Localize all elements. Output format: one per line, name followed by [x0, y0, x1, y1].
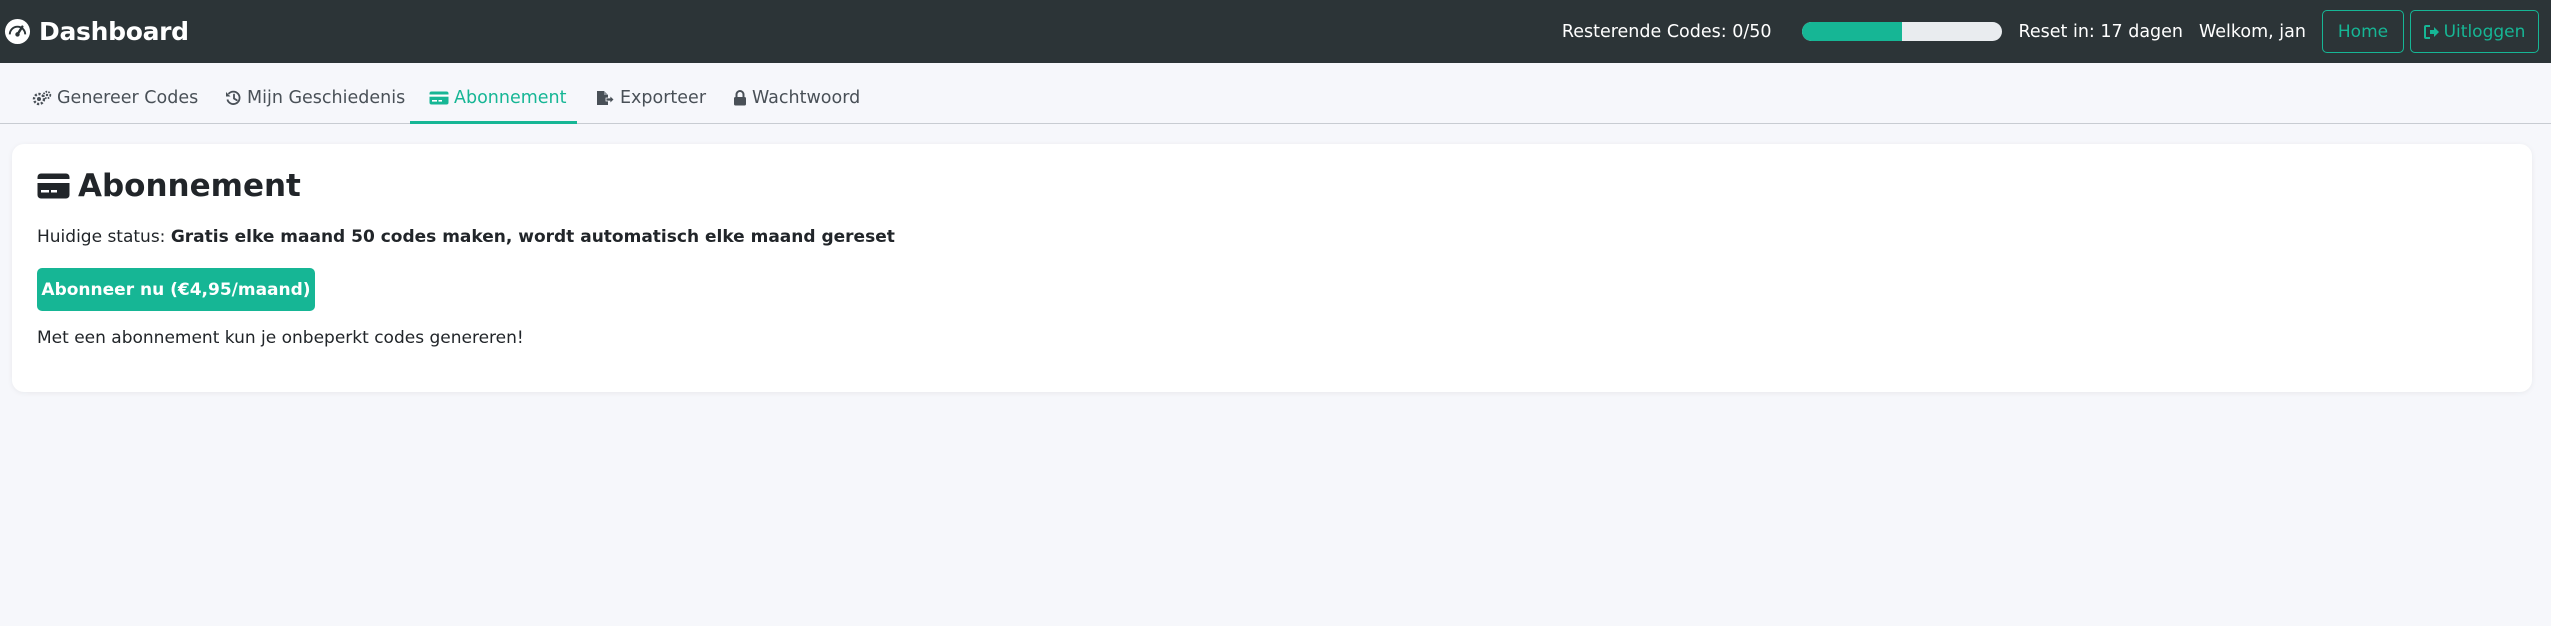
status-value: Gratis elke maand 50 codes maken, wordt …	[170, 227, 895, 247]
welcome-text: Welkom, jan	[2199, 21, 2306, 42]
navbar-right: Resterende Codes: 0/50 Reset in: 17 dage…	[1562, 10, 2539, 53]
tab-genereer-codes[interactable]: Genereer Codes	[32, 87, 198, 124]
codes-progress-fill	[1801, 22, 1902, 41]
home-button-label: Home	[2337, 21, 2389, 42]
status-label: Huidige status:	[37, 227, 171, 247]
tab-exporteer[interactable]: Exporteer	[596, 87, 706, 124]
cogs-icon	[32, 90, 52, 106]
tab-label: Wachtwoord	[752, 88, 861, 108]
tab-abonnement[interactable]: Abonnement	[429, 87, 567, 124]
dashboard-gauge-icon	[4, 18, 31, 45]
logout-button-label: Uitloggen	[2443, 21, 2526, 42]
codes-progress-bar	[1801, 22, 2002, 41]
card-title: Abonnement	[78, 168, 301, 204]
history-icon	[226, 90, 241, 105]
active-tab-indicator	[410, 121, 577, 124]
subscription-info-text: Met een abonnement kun je onbeperkt code…	[37, 328, 524, 348]
subscribe-button[interactable]: Abonneer nu (€4,95/maand)	[37, 268, 315, 311]
app-title: Dashboard	[39, 17, 189, 46]
brand[interactable]: Dashboard	[4, 17, 189, 46]
credit-card-icon	[37, 173, 70, 199]
home-button[interactable]: Home	[2322, 10, 2404, 53]
tab-bar: Genereer Codes Mijn Geschiedenis Abonnem…	[0, 63, 2551, 124]
lock-icon	[734, 90, 746, 106]
reset-countdown-text: Reset in: 17 dagen	[2018, 21, 2184, 42]
tab-label: Exporteer	[620, 88, 707, 108]
tab-label: Mijn Geschiedenis	[247, 88, 406, 108]
tab-label: Abonnement	[454, 88, 567, 108]
tab-wachtwoord[interactable]: Wachtwoord	[733, 87, 860, 124]
sign-out-icon	[2423, 24, 2439, 39]
subscribe-button-label: Abonneer nu (€4,95/maand)	[41, 279, 311, 300]
remaining-codes-text: Resterende Codes: 0/50	[1561, 21, 1772, 42]
card-header: Abonnement	[37, 168, 301, 204]
status-line: Huidige status: Gratis elke maand 50 cod…	[37, 227, 895, 247]
top-navbar: Dashboard Resterende Codes: 0/50 Reset i…	[0, 0, 2551, 63]
file-export-icon	[597, 91, 615, 105]
subscription-card: Abonnement Huidige status: Gratis elke m…	[12, 144, 2532, 392]
logout-button[interactable]: Uitloggen	[2410, 10, 2539, 53]
tab-label: Genereer Codes	[57, 88, 199, 108]
tab-mijn-geschiedenis[interactable]: Mijn Geschiedenis	[225, 87, 405, 124]
credit-card-icon	[429, 91, 449, 105]
